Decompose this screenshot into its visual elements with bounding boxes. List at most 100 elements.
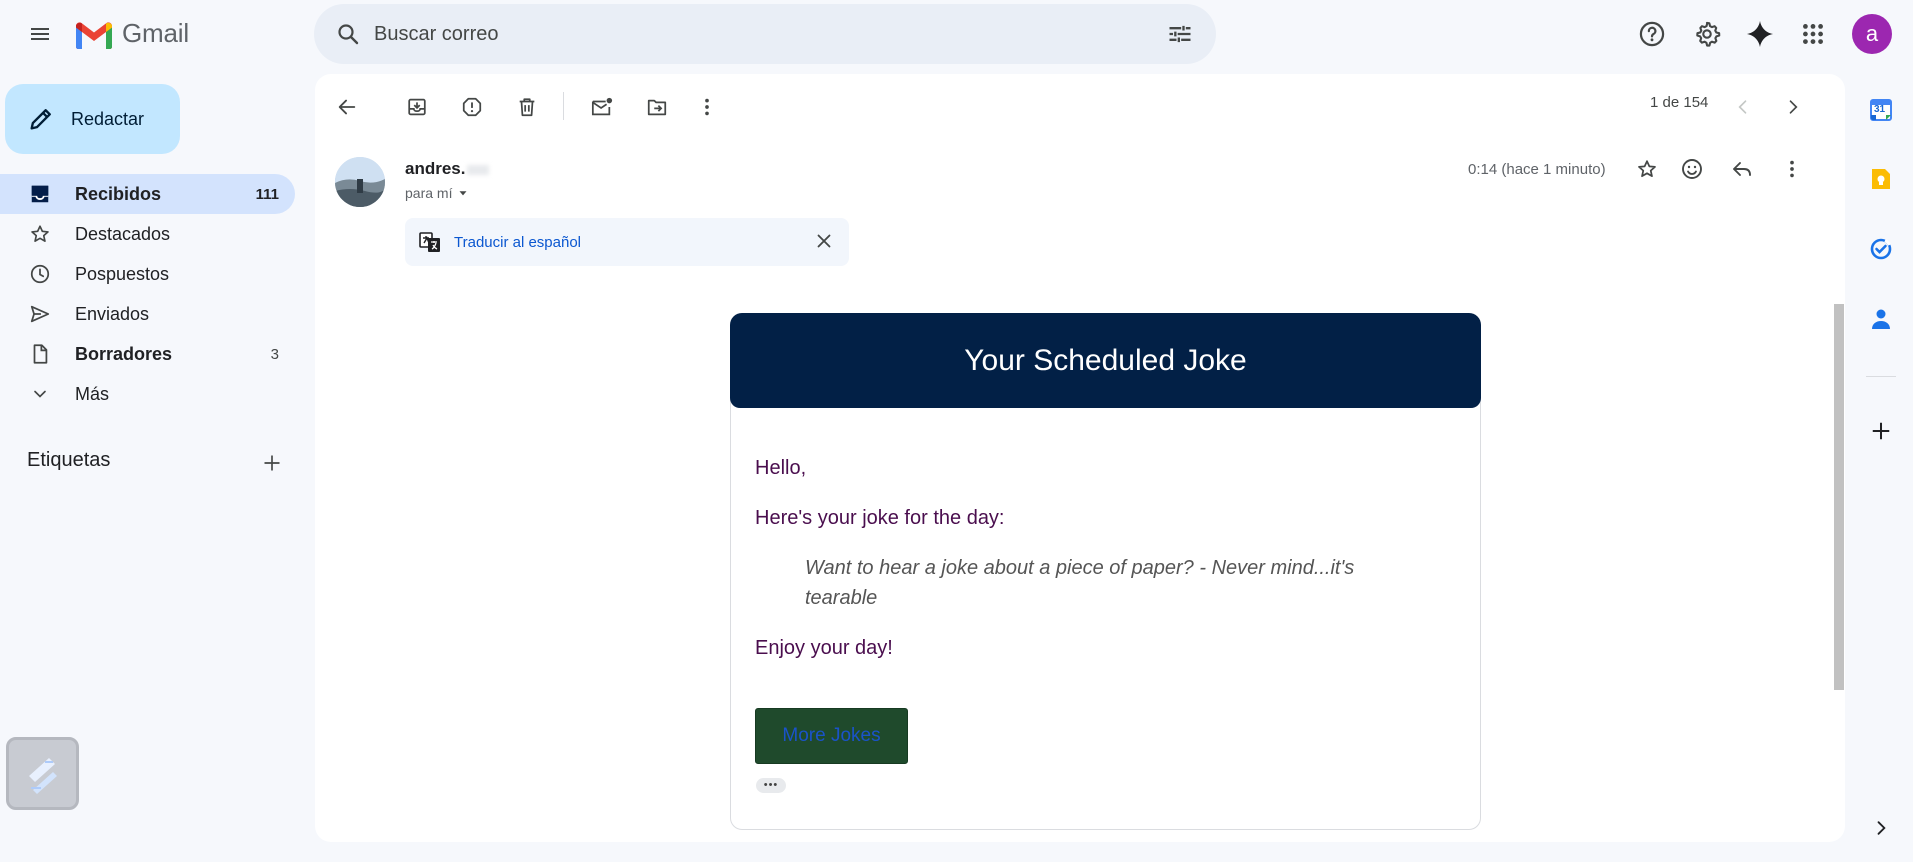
keep-icon (1870, 167, 1892, 191)
calendar-day-number: 31 (1874, 104, 1886, 115)
pagination-text: 1 de 154 (1650, 94, 1709, 111)
apps-grid-icon (1800, 21, 1826, 47)
plus-icon (262, 453, 282, 473)
hamburger-menu-icon (28, 22, 52, 46)
create-label-button[interactable] (258, 449, 286, 477)
sidebar-item-more[interactable]: Más (0, 374, 295, 414)
translate-link[interactable]: Traducir al español (454, 234, 581, 251)
message-time: 0:14 (hace 1 minuto) (1468, 161, 1606, 178)
arrow-back-icon (336, 96, 358, 118)
clock-icon (28, 262, 52, 286)
sidebar-item-starred[interactable]: Destacados (0, 214, 295, 254)
compose-button[interactable]: Redactar (5, 84, 180, 154)
expand-side-panel-button[interactable] (1864, 811, 1898, 845)
archive-button[interactable] (397, 87, 437, 127)
search-bar[interactable] (314, 4, 1216, 64)
send-icon (28, 302, 52, 326)
star-button[interactable] (1627, 149, 1667, 189)
help-button[interactable] (1630, 12, 1674, 56)
email-banner: Your Scheduled Joke (730, 313, 1481, 408)
sidebar-item-label: Borradores (75, 343, 173, 364)
email-title: Your Scheduled Joke (964, 343, 1247, 377)
sidebar-item-inbox[interactable]: Recibidos 111 (0, 174, 295, 214)
more-jokes-label: More Jokes (782, 725, 881, 746)
sidebar-item-sent[interactable]: Enviados (0, 294, 295, 334)
email-closing: Enjoy your day! (755, 637, 893, 659)
gear-icon (1693, 20, 1721, 48)
back-button[interactable] (327, 87, 367, 127)
draft-count: 3 (270, 345, 279, 363)
search-input[interactable] (374, 22, 1134, 46)
emoji-icon (1680, 157, 1704, 181)
tasks-icon (1869, 237, 1893, 261)
trash-icon (516, 96, 538, 118)
translate-bar: Traducir al español (405, 218, 849, 266)
pencil-icon (27, 105, 55, 133)
sender-name[interactable]: andres. (405, 159, 490, 179)
star-outline-icon (1636, 158, 1658, 180)
message-more-button[interactable] (1772, 149, 1812, 189)
get-addons-button[interactable] (1864, 414, 1898, 448)
compose-label: Redactar (71, 108, 145, 129)
star-icon (28, 222, 52, 246)
translate-icon (418, 230, 442, 254)
recipients-toggle[interactable]: para mí (405, 185, 470, 201)
search-options-icon[interactable] (1166, 20, 1194, 48)
add-reaction-button[interactable] (1672, 149, 1712, 189)
sidebar-item-label: Enviados (75, 303, 150, 324)
move-to-button[interactable] (637, 87, 677, 127)
chevron-left-icon (1733, 97, 1753, 117)
reply-button[interactable] (1722, 149, 1762, 189)
gemini-button[interactable] (1738, 12, 1782, 56)
keep-app-button[interactable] (1864, 162, 1898, 196)
more-vert-icon (1781, 158, 1803, 180)
newer-button[interactable] (1723, 87, 1763, 127)
search-icon[interactable] (332, 18, 364, 50)
inbox-icon (28, 182, 52, 206)
sidebar-item-label: Pospuestos (75, 263, 170, 284)
settings-button[interactable] (1685, 12, 1729, 56)
app-name: Gmail (122, 18, 189, 48)
sidebar-item-label: Destacados (75, 223, 171, 244)
unread-count: 111 (255, 185, 279, 203)
report-icon (461, 96, 483, 118)
labels-heading: Etiquetas (27, 449, 111, 471)
plus-icon (1870, 420, 1892, 442)
show-trimmed-content-button[interactable]: ••• (756, 778, 786, 793)
report-spam-button[interactable] (452, 87, 492, 127)
scrollbar-thumb[interactable] (1834, 304, 1844, 690)
tasks-app-button[interactable] (1864, 232, 1898, 266)
sender-avatar[interactable] (335, 157, 385, 207)
older-button[interactable] (1773, 87, 1813, 127)
account-avatar[interactable]: a (1852, 14, 1892, 54)
contacts-app-button[interactable] (1864, 302, 1898, 336)
chevron-right-icon (1783, 97, 1803, 117)
main-menu-button[interactable] (18, 14, 62, 54)
sidebar-item-label: Recibidos (75, 183, 162, 204)
chevron-right-icon (1871, 818, 1891, 838)
sidebar-item-snoozed[interactable]: Pospuestos (0, 254, 295, 294)
contacts-icon (1870, 307, 1892, 331)
redacted-email (467, 164, 490, 175)
caret-down-icon (456, 186, 470, 200)
sender-name-text: andres. (405, 159, 466, 178)
sender-photo-icon (335, 157, 385, 207)
draft-icon (28, 342, 52, 366)
gmail-logo[interactable]: Gmail (74, 18, 189, 49)
extension-button[interactable] (6, 737, 79, 810)
email-greeting: Hello, (755, 457, 807, 479)
close-icon[interactable] (813, 230, 835, 252)
sidebar-item-label: Más (75, 383, 110, 404)
gmail-m-icon (74, 19, 114, 49)
toolbar-divider (563, 92, 564, 120)
delete-button[interactable] (507, 87, 547, 127)
more-jokes-button[interactable]: More Jokes (755, 708, 908, 764)
sidebar-item-drafts[interactable]: Borradores 3 (0, 334, 295, 374)
more-actions-button[interactable] (687, 87, 727, 127)
apps-button[interactable] (1791, 12, 1835, 56)
chevron-down-icon (28, 382, 52, 406)
more-vert-icon (696, 96, 718, 118)
folder-move-icon (645, 96, 669, 118)
mark-unread-button[interactable] (582, 87, 622, 127)
mark-unread-icon (590, 96, 614, 118)
